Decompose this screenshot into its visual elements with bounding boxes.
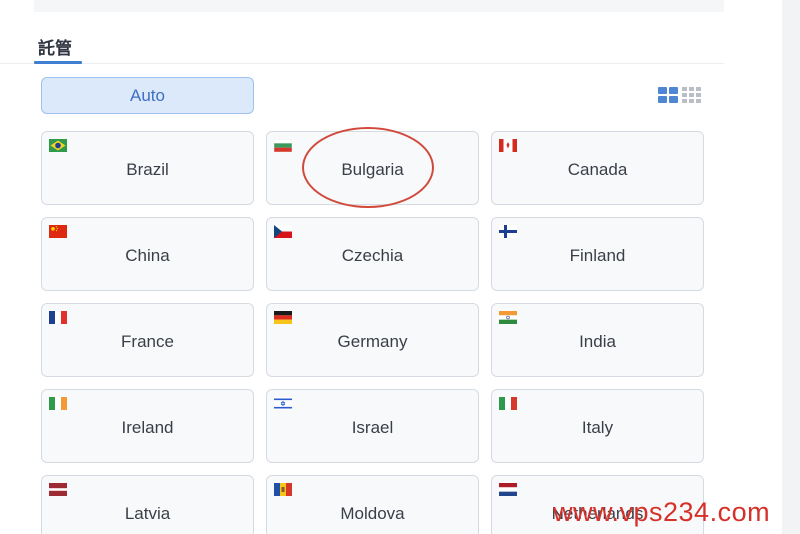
- country-label: Germany: [337, 332, 408, 351]
- top-strip: [34, 0, 724, 12]
- country-card[interactable]: Latvia: [41, 475, 254, 534]
- country-card[interactable]: Israel: [266, 389, 479, 463]
- country-card[interactable]: Finland: [491, 217, 704, 291]
- auto-location-button[interactable]: Auto: [41, 77, 254, 114]
- grid-large-icon[interactable]: [658, 87, 678, 103]
- tab-header: 託管: [0, 28, 724, 64]
- finland-flag-icon: [499, 225, 517, 238]
- country-label: India: [579, 332, 616, 351]
- country-label: China: [125, 246, 170, 265]
- country-label: Latvia: [124, 504, 171, 523]
- country-card[interactable]: Italy: [491, 389, 704, 463]
- tab-active-indicator: [34, 61, 82, 64]
- tab-hosting[interactable]: 託管: [38, 34, 72, 59]
- brazil-flag-icon: [49, 139, 67, 152]
- country-card[interactable]: Germany: [266, 303, 479, 377]
- israel-flag-icon: [274, 397, 292, 410]
- latvia-flag-icon: [49, 483, 67, 496]
- canada-flag-icon: [499, 139, 517, 152]
- country-grid: Brazil Bulgaria Canada China Czechia Fin…: [41, 131, 704, 534]
- country-card[interactable]: Moldova: [266, 475, 479, 534]
- country-label: France: [121, 332, 174, 351]
- grid-small-icon[interactable]: [682, 87, 701, 103]
- moldova-flag-icon: [274, 483, 292, 496]
- country-label: Moldova: [340, 504, 405, 523]
- china-flag-icon: [49, 225, 67, 238]
- czechia-flag-icon: [274, 225, 292, 238]
- germany-flag-icon: [274, 311, 292, 324]
- country-card[interactable]: China: [41, 217, 254, 291]
- country-card[interactable]: Brazil: [41, 131, 254, 205]
- country-label: Ireland: [121, 418, 174, 437]
- ireland-flag-icon: [49, 397, 67, 410]
- country-label: Italy: [581, 418, 614, 437]
- country-label: Israel: [351, 418, 394, 437]
- country-card[interactable]: Ireland: [41, 389, 254, 463]
- india-flag-icon: [499, 311, 517, 324]
- country-label: Bulgaria: [341, 160, 404, 179]
- country-card[interactable]: India: [491, 303, 704, 377]
- country-label: Finland: [569, 246, 626, 265]
- scroll-gutter: [782, 0, 800, 534]
- country-card[interactable]: France: [41, 303, 254, 377]
- france-flag-icon: [49, 311, 67, 324]
- view-toggle: [658, 86, 708, 104]
- country-label: Brazil: [126, 160, 169, 179]
- italy-flag-icon: [499, 397, 517, 410]
- bulgaria-flag-icon: [274, 139, 292, 152]
- country-label: Canada: [567, 160, 628, 179]
- watermark: www.vps234.com: [553, 497, 771, 527]
- netherlands-flag-icon: [499, 483, 517, 496]
- country-label: Czechia: [341, 246, 404, 265]
- country-card[interactable]: Canada: [491, 131, 704, 205]
- country-card[interactable]: Bulgaria: [266, 131, 479, 205]
- country-card[interactable]: Czechia: [266, 217, 479, 291]
